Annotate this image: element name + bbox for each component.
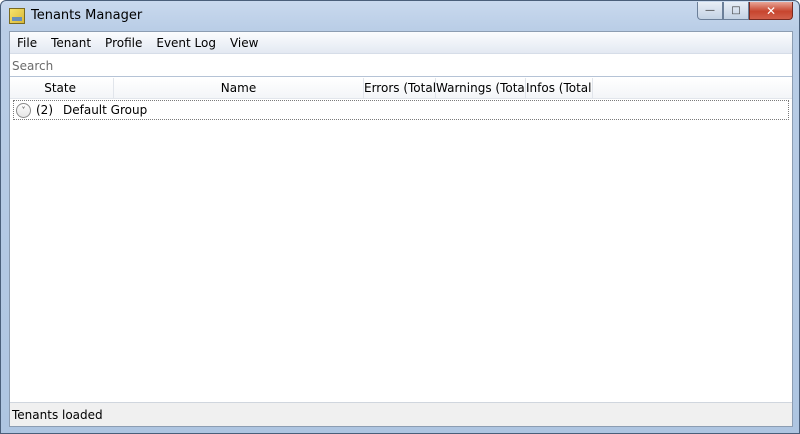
- status-text: Tenants loaded: [12, 408, 103, 422]
- group-count: (2): [36, 103, 53, 117]
- column-header-warnings[interactable]: Warnings (Total): [436, 78, 526, 99]
- column-header-errors[interactable]: Errors (Total): [364, 78, 436, 99]
- menu-event-log[interactable]: Event Log: [149, 33, 223, 53]
- menu-tenant[interactable]: Tenant: [44, 33, 98, 53]
- search-box: [10, 55, 792, 77]
- column-header-state[interactable]: State: [10, 78, 114, 99]
- chevron-down-icon[interactable]: ˅: [16, 102, 31, 118]
- menu-file[interactable]: File: [10, 33, 44, 53]
- menu-profile[interactable]: Profile: [98, 33, 149, 53]
- main-window: Tenants Manager — □ ✕ File Tenant Profil…: [0, 0, 800, 434]
- menu-bar: File Tenant Profile Event Log View: [10, 32, 792, 54]
- status-bar: Tenants loaded: [10, 402, 792, 426]
- maximize-button[interactable]: □: [723, 2, 749, 20]
- grid-header: State Name Errors (Total) Warnings (Tota…: [10, 78, 792, 99]
- group-name: Default Group: [63, 103, 148, 117]
- group-row-default[interactable]: ˅ (2) Default Group: [13, 100, 789, 120]
- caption-buttons: — □ ✕: [697, 2, 793, 20]
- column-header-name[interactable]: Name: [114, 78, 364, 99]
- window-title: Tenants Manager: [31, 8, 143, 23]
- tenants-grid[interactable]: State Name Errors (Total) Warnings (Tota…: [10, 78, 792, 400]
- client-area: File Tenant Profile Event Log View State…: [9, 31, 793, 427]
- column-header-infos[interactable]: Infos (Total): [526, 78, 593, 99]
- title-bar[interactable]: Tenants Manager — □ ✕: [1, 1, 799, 31]
- close-button[interactable]: ✕: [749, 2, 793, 20]
- minimize-button[interactable]: —: [697, 2, 723, 20]
- menu-view[interactable]: View: [223, 33, 265, 53]
- search-input[interactable]: [10, 55, 792, 76]
- app-icon: [9, 8, 25, 24]
